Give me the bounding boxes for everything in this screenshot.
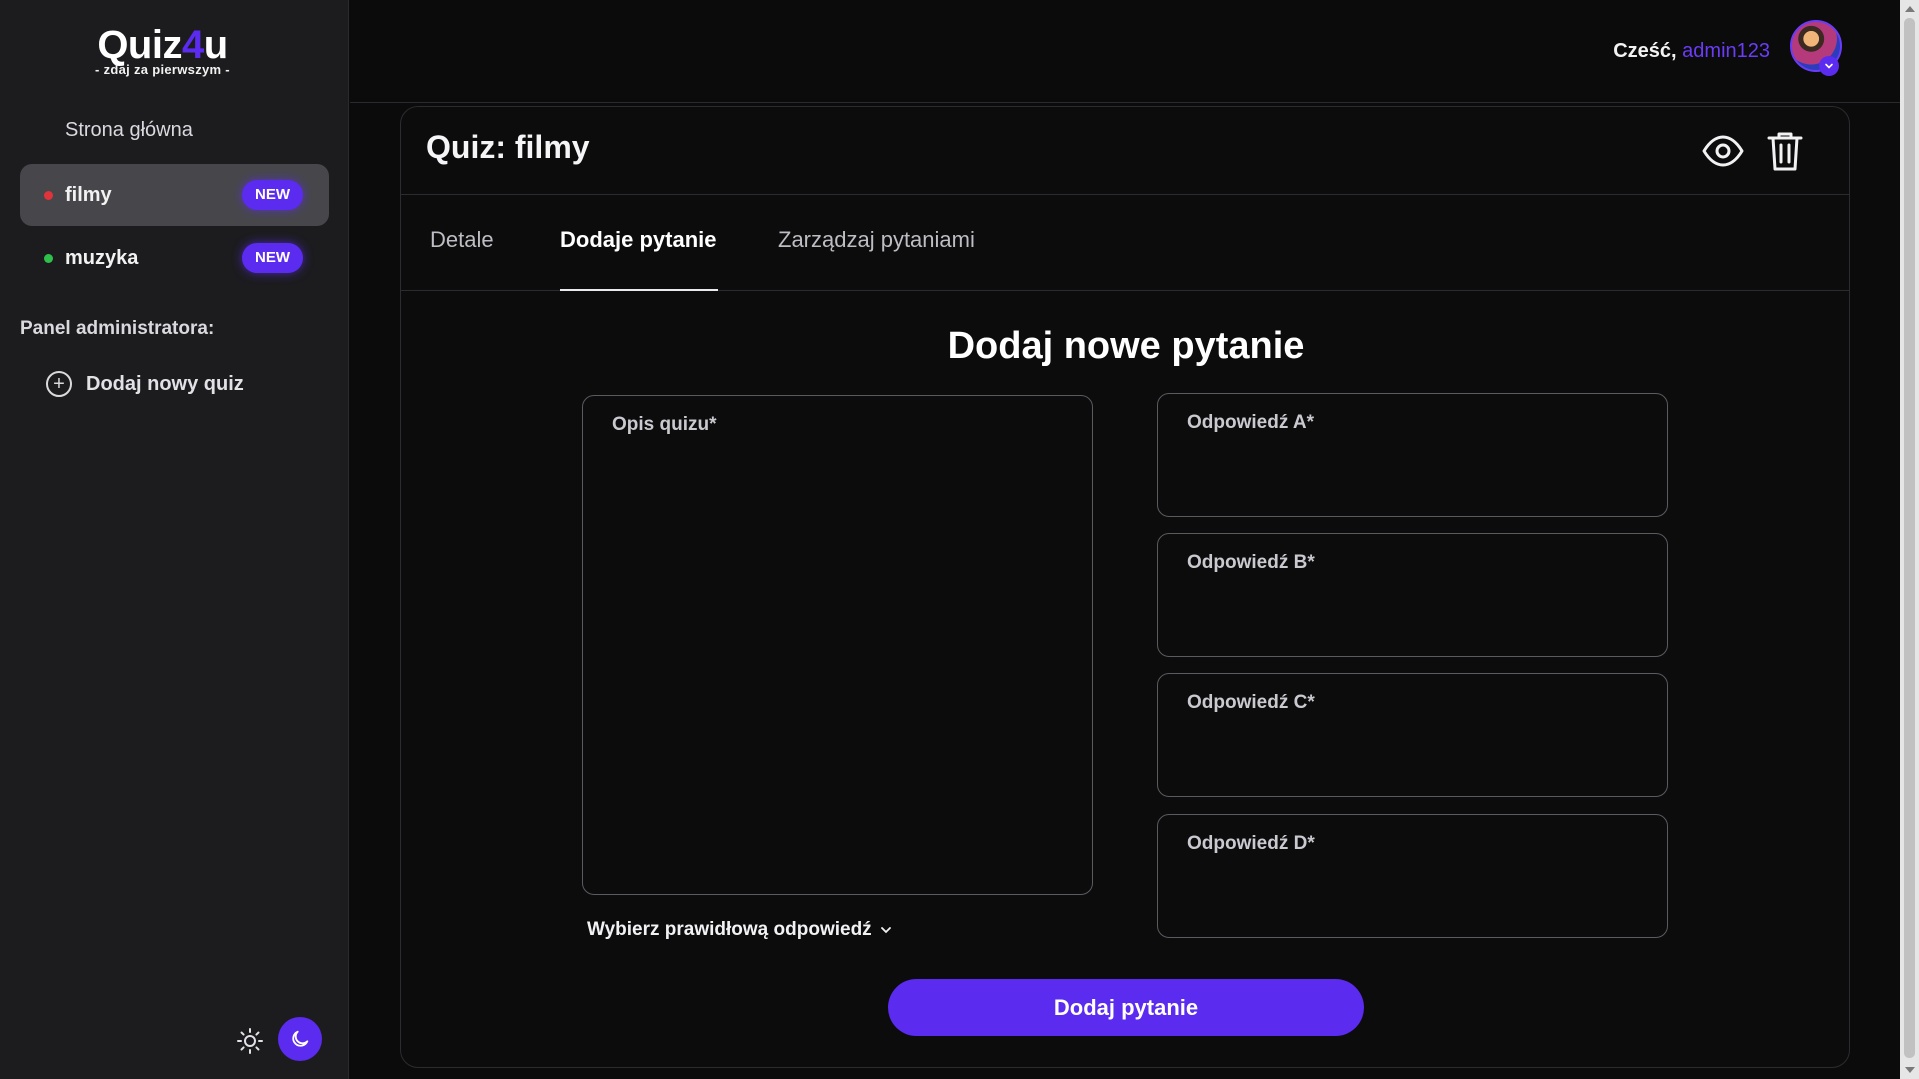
- answer-c-field[interactable]: Odpowiedź C*: [1157, 673, 1668, 797]
- logo-tagline: - zdaj za pierwszym -: [95, 62, 230, 77]
- new-badge: NEW: [242, 180, 303, 210]
- tab-bar: Detale Dodaje pytanie Zarządzaj pytaniam…: [401, 195, 1849, 291]
- sidebar: Quiz4u - zdaj za pierwszym - Strona głów…: [0, 0, 349, 1079]
- tab-detale[interactable]: Detale: [430, 227, 494, 253]
- scrollbar[interactable]: [1900, 0, 1919, 1079]
- plus-circle-icon: +: [46, 371, 72, 397]
- status-dot: [44, 190, 53, 200]
- chevron-down-icon[interactable]: [1819, 56, 1839, 76]
- form-title: Dodaj nowe pytanie: [947, 325, 1305, 367]
- question-description-field[interactable]: Opis quizu*: [582, 395, 1093, 895]
- field-placeholder: Odpowiedź A*: [1187, 412, 1315, 433]
- card-header: Quiz: filmy: [401, 107, 1849, 195]
- eye-icon[interactable]: [1701, 131, 1745, 171]
- sidebar-item-muzyka[interactable]: muzyka NEW: [20, 227, 329, 289]
- page-title: Quiz: filmy: [426, 129, 590, 165]
- answer-d-field[interactable]: Odpowiedź D*: [1157, 814, 1668, 938]
- quiz-card: Quiz: filmy Detale Dodaje pytanie Zarząd…: [400, 106, 1850, 1068]
- answer-b-field[interactable]: Odpowiedź B*: [1157, 533, 1668, 657]
- topbar: Cześć, admin123: [350, 0, 1900, 103]
- scroll-down-arrow-icon[interactable]: [1905, 1067, 1915, 1073]
- tab-zarzadzaj-pytaniami[interactable]: Zarządzaj pytaniami: [778, 227, 975, 253]
- username-link[interactable]: admin123: [1682, 40, 1770, 62]
- field-placeholder: Opis quizu*: [612, 414, 717, 435]
- active-tab-indicator: [560, 289, 718, 291]
- add-quiz-label: Dodaj nowy quiz: [86, 372, 244, 395]
- select-label: Wybierz prawidłową odpowiedź: [587, 919, 872, 940]
- field-placeholder: Odpowiedź D*: [1187, 833, 1315, 854]
- add-quiz-button[interactable]: + Dodaj nowy quiz: [46, 371, 244, 397]
- new-badge: NEW: [242, 243, 303, 273]
- admin-panel-title: Panel administratora:: [20, 318, 215, 339]
- trash-icon[interactable]: [1765, 129, 1805, 173]
- field-placeholder: Odpowiedź C*: [1187, 692, 1315, 713]
- scroll-up-arrow-icon[interactable]: [1905, 6, 1915, 12]
- moon-icon[interactable]: [278, 1017, 322, 1061]
- field-placeholder: Odpowiedź B*: [1187, 552, 1315, 573]
- chevron-down-icon: [880, 927, 891, 934]
- add-question-button[interactable]: Dodaj pytanie: [888, 979, 1364, 1036]
- answer-a-field[interactable]: Odpowiedź A*: [1157, 393, 1668, 517]
- logo[interactable]: Quiz4u - zdaj za pierwszym -: [0, 22, 325, 77]
- correct-answer-select[interactable]: Wybierz prawidłową odpowiedź: [587, 919, 892, 941]
- scroll-thumb[interactable]: [1904, 18, 1915, 1058]
- status-dot: [44, 253, 53, 263]
- user-greeting: Cześć, admin123: [1613, 40, 1770, 62]
- tab-dodaje-pytanie[interactable]: Dodaje pytanie: [560, 227, 716, 253]
- nav-home-link[interactable]: Strona główna: [65, 119, 193, 142]
- sidebar-item-filmy[interactable]: filmy NEW: [20, 164, 329, 226]
- sun-icon[interactable]: [236, 1027, 264, 1055]
